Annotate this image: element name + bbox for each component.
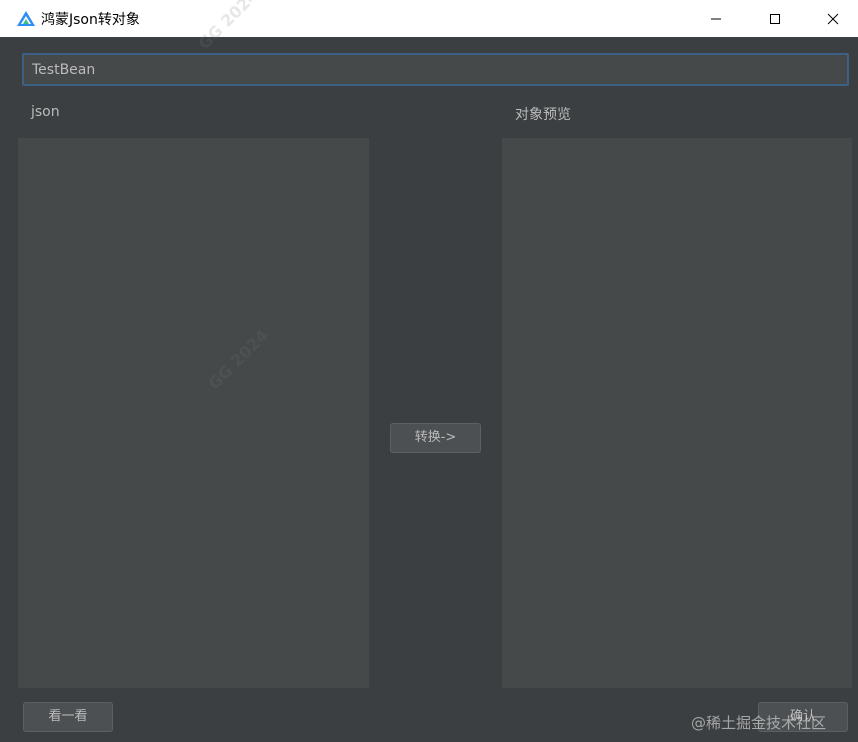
title-bar: 鸿蒙Json转对象 (0, 0, 858, 37)
minimize-button[interactable] (693, 0, 739, 37)
preview-label: 对象预览 (515, 107, 571, 123)
harmony-deveco-icon (17, 11, 35, 26)
maximize-button[interactable] (752, 0, 798, 37)
look-button[interactable]: 看一看 (23, 702, 113, 732)
minimize-icon (711, 18, 721, 19)
json-label: json (31, 104, 60, 120)
class-name-input[interactable] (22, 53, 849, 86)
preview-textarea[interactable] (502, 138, 852, 688)
maximize-icon (770, 13, 780, 24)
site-watermark: @稀土掘金技术社区 (691, 714, 827, 732)
close-button[interactable] (810, 0, 856, 37)
json-textarea[interactable] (18, 138, 369, 688)
close-icon (827, 13, 839, 24)
window-title: 鸿蒙Json转对象 (41, 12, 140, 28)
convert-button[interactable]: 转换-> (390, 423, 481, 453)
